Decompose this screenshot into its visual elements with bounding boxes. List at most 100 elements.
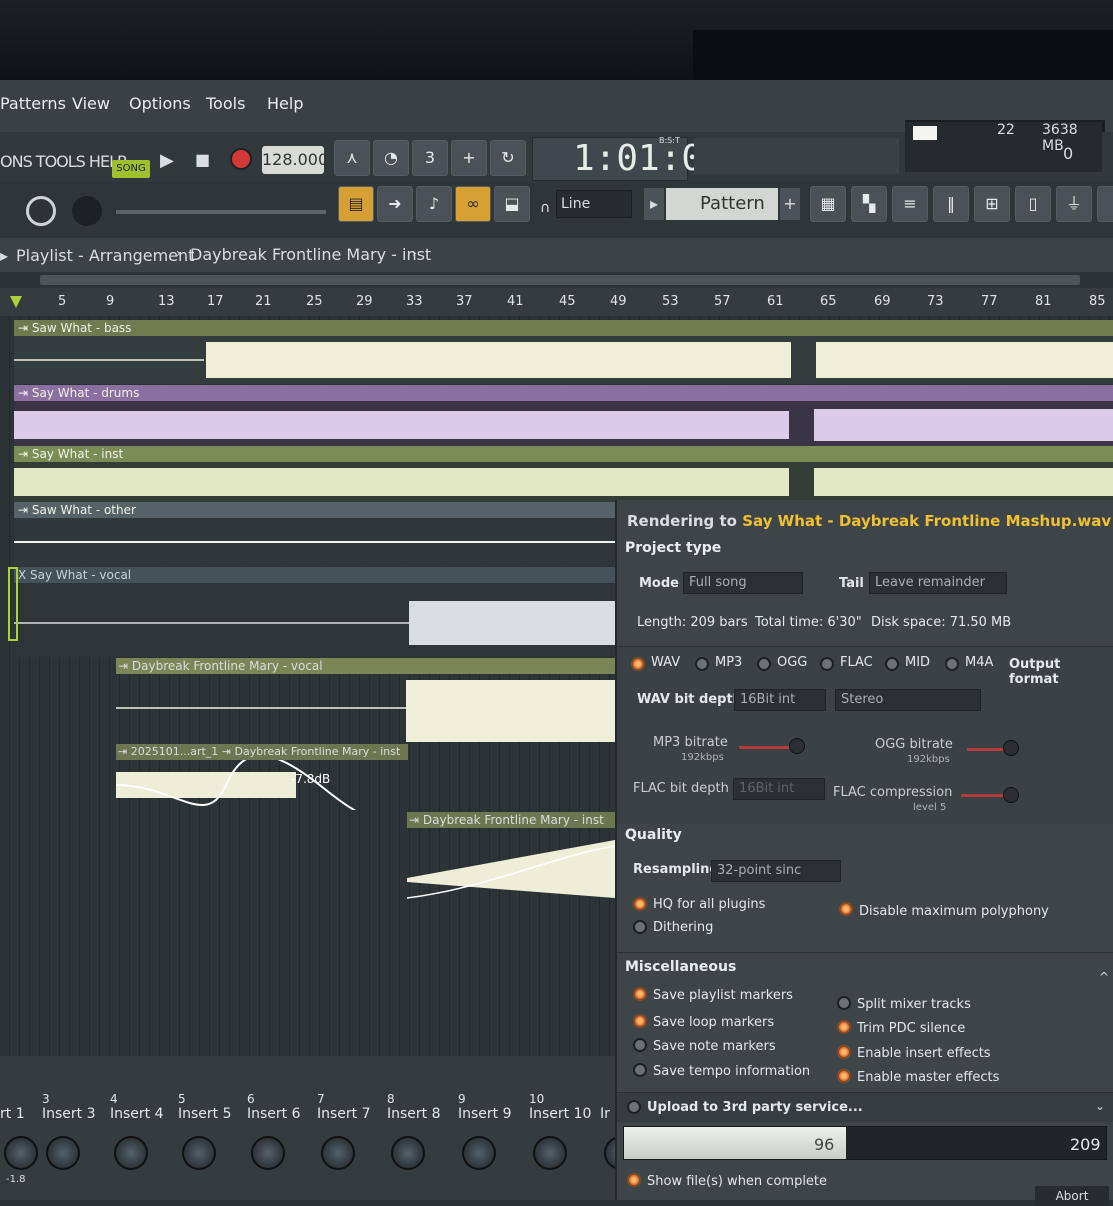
collapse-icon[interactable]: ^ bbox=[1099, 970, 1109, 984]
menu-tools[interactable]: Tools bbox=[206, 94, 245, 113]
horizontal-scrollbar[interactable] bbox=[0, 272, 1113, 288]
time-panel[interactable]: 1:01:00 B:S:T bbox=[532, 136, 725, 181]
mixer-insert-knob[interactable] bbox=[251, 1136, 285, 1170]
mp3-bitrate-slider[interactable] bbox=[739, 746, 793, 749]
clip-a[interactable]: ⇥ 2025101...art_1 ⇥ Daybreak Frontline M… bbox=[115, 744, 409, 819]
upload-row[interactable]: Upload to 3rd party service... ⌄ bbox=[617, 1092, 1113, 1122]
master-pitch-knob[interactable] bbox=[72, 196, 102, 226]
pattern-selector[interactable]: Pattern 1 bbox=[666, 188, 778, 246]
master-volume-knob[interactable] bbox=[26, 196, 56, 226]
wait-icon[interactable]: ◔ bbox=[373, 140, 409, 176]
save-tempo-checkbox[interactable] bbox=[633, 1063, 647, 1077]
dithering-checkbox[interactable] bbox=[633, 920, 647, 934]
mixer-insert-knob[interactable] bbox=[533, 1136, 567, 1170]
flac-compression-knob[interactable] bbox=[1003, 787, 1019, 803]
plugin-icon[interactable]: ⏚ bbox=[1056, 186, 1092, 222]
magnet-icon[interactable]: ∩ bbox=[540, 200, 550, 216]
mixer-icon[interactable]: ‖ bbox=[933, 186, 969, 222]
mixer-insert-label[interactable]: Insert 10 bbox=[529, 1106, 591, 1122]
format-ogg-radio[interactable] bbox=[757, 657, 771, 671]
track-other[interactable]: ⇥ Saw What - other bbox=[14, 502, 618, 566]
link-icon[interactable]: ∞ bbox=[455, 186, 491, 222]
menu-patterns[interactable]: Patterns bbox=[0, 94, 66, 113]
track-vocal-clip[interactable] bbox=[14, 583, 618, 657]
step-edit-icon[interactable]: + bbox=[451, 140, 487, 176]
format-mid-radio[interactable] bbox=[885, 657, 899, 671]
playlist-mode-icon[interactable]: ▤ bbox=[338, 186, 374, 222]
save-note-checkbox[interactable] bbox=[633, 1038, 647, 1052]
snap-selector[interactable]: Line bbox=[556, 190, 632, 218]
add-pattern-icon[interactable]: + bbox=[780, 188, 800, 220]
mode-select[interactable]: Full song bbox=[683, 572, 803, 594]
track-vocal[interactable]: X Say What - vocal bbox=[14, 567, 618, 657]
ogg-bitrate-knob[interactable] bbox=[1003, 740, 1019, 756]
loop-record-icon[interactable]: ↻ bbox=[490, 140, 526, 176]
clip-c[interactable]: ⇥ Daybreak Frontline Mary - inst bbox=[406, 812, 616, 906]
brush-tool-icon[interactable]: ♪ bbox=[416, 186, 452, 222]
record-button[interactable] bbox=[230, 148, 252, 170]
tail-select[interactable]: Leave remainder bbox=[869, 572, 1007, 594]
flac-compression-slider[interactable] bbox=[961, 794, 1007, 797]
channel-rack-icon[interactable]: ≡ bbox=[892, 186, 928, 222]
disable-polyphony-checkbox[interactable] bbox=[839, 902, 853, 916]
tempo-display[interactable]: 128.000 bbox=[262, 146, 328, 174]
arrow-tool-icon[interactable]: ➜ bbox=[377, 186, 413, 222]
mixer-insert-knob[interactable] bbox=[182, 1136, 216, 1170]
mixer-insert-knob[interactable] bbox=[114, 1136, 148, 1170]
mixer-insert-knob[interactable] bbox=[462, 1136, 496, 1170]
piano-roll-icon[interactable]: ▚ bbox=[851, 186, 887, 222]
mixer-insert-label[interactable]: rt 1 bbox=[0, 1106, 25, 1122]
track-other-clip[interactable] bbox=[14, 518, 618, 566]
channels-select[interactable]: Stereo bbox=[835, 689, 981, 711]
track-drums[interactable]: ⇥ Say What - drums bbox=[14, 385, 1113, 447]
resampling-select[interactable]: 32-point sinc bbox=[711, 860, 841, 882]
song-mode-toggle[interactable]: SONG bbox=[112, 160, 150, 178]
metronome-icon[interactable]: ⋏ bbox=[334, 140, 370, 176]
menu-help[interactable]: Help bbox=[267, 94, 303, 113]
playlist-icon[interactable]: ▦ bbox=[810, 186, 846, 222]
mixer-insert-knob[interactable] bbox=[46, 1136, 80, 1170]
menu-view[interactable]: View bbox=[72, 94, 110, 113]
wav-bit-depth-select[interactable]: 16Bit int bbox=[734, 689, 826, 711]
save-playlist-checkbox[interactable] bbox=[633, 987, 647, 1001]
format-wav-radio[interactable] bbox=[631, 657, 645, 671]
playhead-marker[interactable] bbox=[10, 296, 22, 308]
mixer-insert-label[interactable]: Insert 3 bbox=[42, 1106, 96, 1122]
master-slider[interactable] bbox=[116, 210, 326, 214]
play-icon[interactable]: ▶ bbox=[160, 150, 174, 171]
menu-options[interactable]: Options bbox=[129, 94, 191, 113]
mixer-insert-label[interactable]: Insert 7 bbox=[317, 1106, 371, 1122]
track-drums-clip[interactable] bbox=[14, 401, 1113, 447]
mixer-insert-knob[interactable] bbox=[321, 1136, 355, 1170]
format-m4a-radio[interactable] bbox=[945, 657, 959, 671]
clip-vocal[interactable]: ⇥ Daybreak Frontline Mary - vocal bbox=[116, 658, 616, 748]
flac-bit-depth-select[interactable]: 16Bit int bbox=[733, 778, 825, 800]
timeline-ruler[interactable]: 5 9 13 17 21 25 29 33 37 41 45 49 53 57 61 65 69 73 77 81 85 bbox=[0, 288, 1113, 316]
breadcrumb-item[interactable]: Daybreak Frontline Mary - inst bbox=[190, 245, 431, 264]
format-mp3-radio[interactable] bbox=[695, 657, 709, 671]
mp3-bitrate-knob[interactable] bbox=[789, 738, 805, 754]
abort-button[interactable]: Abort bbox=[1035, 1186, 1109, 1206]
master-fx-checkbox[interactable] bbox=[837, 1069, 851, 1083]
mixer-insert-label[interactable]: Insert 6 bbox=[247, 1106, 301, 1122]
pattern-prev-icon[interactable]: ▸ bbox=[644, 188, 664, 220]
mixer-insert-knob[interactable] bbox=[4, 1136, 38, 1170]
mixer-insert-label[interactable]: Insert 9 bbox=[458, 1106, 512, 1122]
browser-icon[interactable]: ⊞ bbox=[974, 186, 1010, 222]
track-bass-clip[interactable] bbox=[14, 336, 1113, 384]
upload-expand-icon[interactable]: ⌄ bbox=[1095, 1099, 1105, 1113]
track-inst-clip[interactable] bbox=[14, 462, 1113, 502]
mixer-insert-label[interactable]: Insert 8 bbox=[387, 1106, 441, 1122]
show-files-checkbox[interactable] bbox=[627, 1173, 641, 1187]
mixer-insert-label[interactable]: Insert 5 bbox=[178, 1106, 232, 1122]
scroll-thumb[interactable] bbox=[40, 275, 1080, 285]
mixer-insert-label[interactable]: Insert 4 bbox=[110, 1106, 164, 1122]
upload-checkbox[interactable] bbox=[627, 1100, 641, 1114]
breadcrumb-root[interactable]: Playlist - Arrangement bbox=[16, 246, 194, 265]
split-mixer-checkbox[interactable] bbox=[837, 996, 851, 1010]
insert-fx-checkbox[interactable] bbox=[837, 1045, 851, 1059]
more-icon[interactable] bbox=[1097, 186, 1113, 222]
trim-pdc-checkbox[interactable] bbox=[837, 1020, 851, 1034]
stop-icon[interactable]: ■ bbox=[195, 150, 210, 169]
format-flac-radio[interactable] bbox=[820, 657, 834, 671]
